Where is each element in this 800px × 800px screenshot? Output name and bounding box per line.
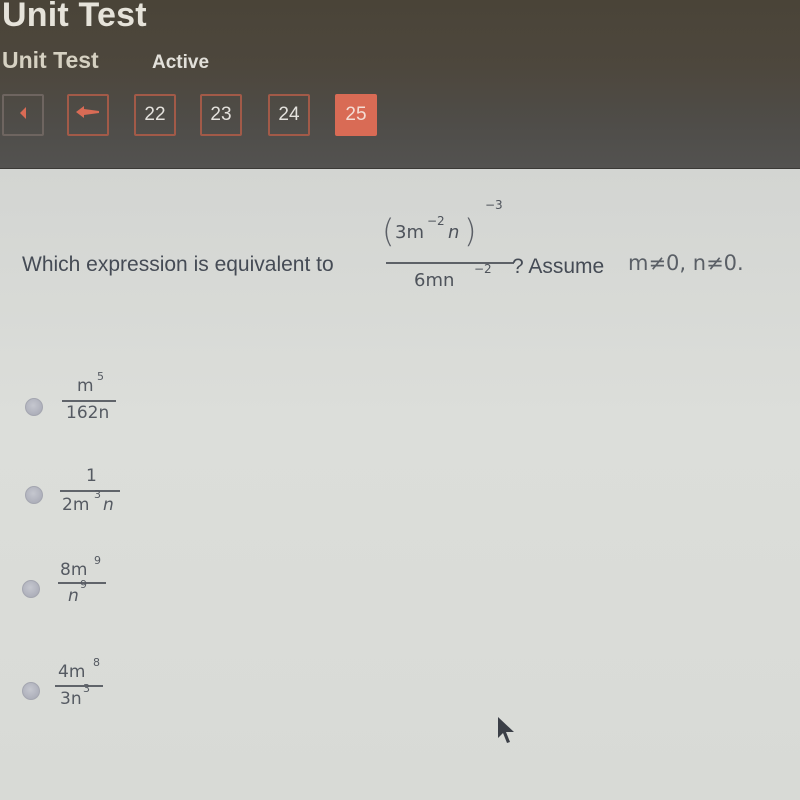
option-b-fraction-bar — [60, 490, 120, 492]
option-c-denominator: n — [68, 586, 79, 606]
assumption-condition: m≠0, n≠0. — [628, 251, 744, 275]
left-paren: ( — [382, 212, 395, 250]
numerator-base-exponent: −2 — [427, 214, 445, 228]
option-c-numerator: 8m — [60, 560, 88, 580]
option-b-denominator: 2m — [62, 495, 90, 515]
question-23-button[interactable]: 23 — [200, 94, 242, 136]
option-d-denominator: 3n — [60, 689, 82, 709]
previous-question-button[interactable] — [67, 94, 109, 136]
option-a-denominator: 162n — [66, 403, 110, 423]
assignment-title: Unit Test — [2, 47, 99, 73]
numerator-base: 3m — [395, 222, 424, 243]
mouse-pointer-icon — [496, 716, 520, 751]
option-a-numerator: m — [77, 376, 94, 396]
option-c-radio[interactable] — [22, 580, 40, 598]
option-a-fraction-bar — [62, 400, 116, 402]
denominator-exponent: −2 — [474, 262, 492, 276]
fraction-bar — [386, 262, 514, 264]
back-arrow-icon — [75, 104, 101, 126]
question-prompt: Which expression is equivalent to — [22, 253, 334, 276]
first-question-button[interactable] — [2, 94, 44, 136]
option-a-numerator-exponent: 5 — [97, 370, 104, 383]
top-bar: Unit Test Unit Test Active 22 23 24 25 — [0, 0, 800, 169]
numerator-outer-exponent: −3 — [485, 198, 503, 212]
option-b-numerator: 1 — [86, 466, 97, 486]
question-expression: ( 3m −2 n ) −3 6mn −2 — [382, 194, 517, 298]
right-paren: ) — [464, 212, 477, 250]
option-d-denominator-exponent: 3 — [83, 682, 90, 695]
question-25-button[interactable]: 25 — [335, 94, 377, 136]
option-b-denominator-tail: n — [103, 495, 114, 515]
option-c-denominator-exponent: 9 — [80, 578, 87, 591]
option-b-denominator-exponent: 3 — [94, 488, 101, 501]
first-page-icon — [18, 104, 28, 126]
option-a-radio[interactable] — [25, 398, 43, 416]
assume-text: ? Assume — [512, 255, 605, 278]
option-c-numerator-exponent: 9 — [94, 554, 101, 567]
option-d-radio[interactable] — [22, 682, 40, 700]
question-24-button[interactable]: 24 — [268, 94, 310, 136]
option-d-fraction-bar — [55, 685, 103, 687]
numerator-variable: n — [448, 222, 460, 243]
denominator: 6mn — [414, 270, 455, 291]
status-label: Active — [152, 52, 210, 73]
option-d-numerator: 4m — [58, 662, 86, 682]
app-title: Unit Test — [2, 0, 147, 34]
option-b-radio[interactable] — [25, 486, 43, 504]
question-22-button[interactable]: 22 — [134, 94, 176, 136]
option-d-numerator-exponent: 8 — [93, 656, 100, 669]
